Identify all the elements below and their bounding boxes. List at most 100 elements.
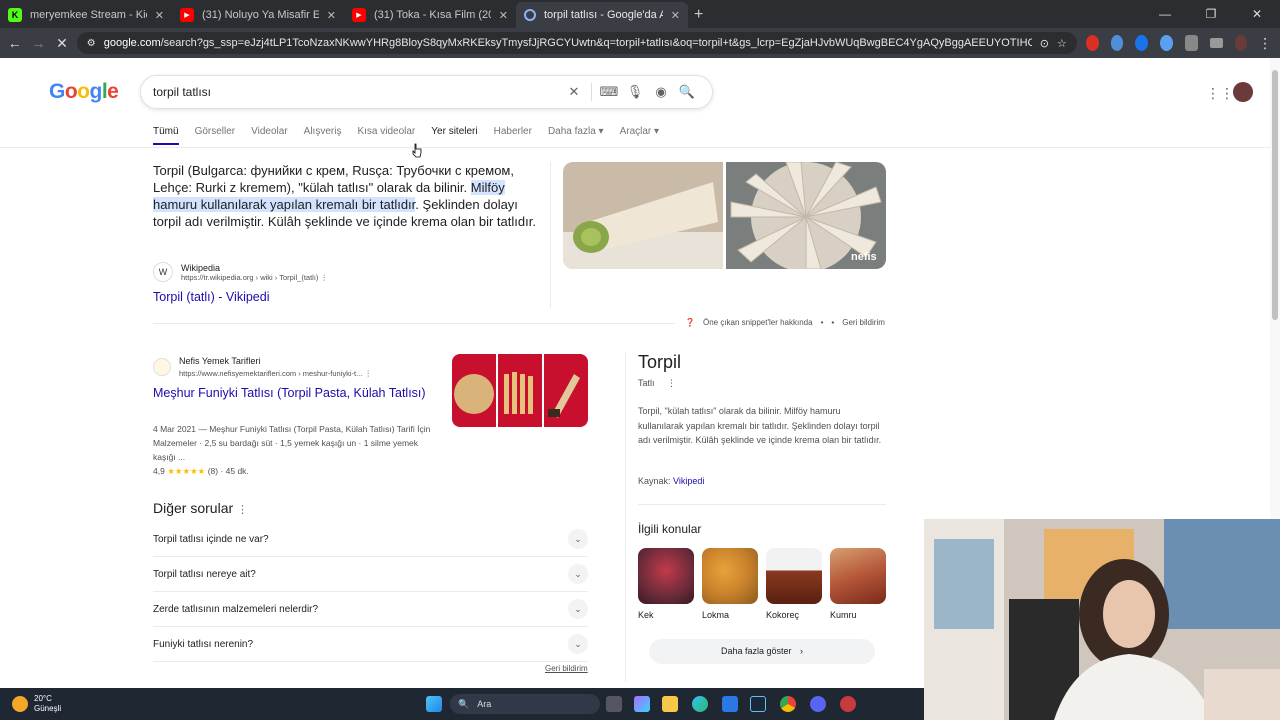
feedback-link[interactable]: Geri bildirim (842, 318, 885, 327)
paa-feedback-link[interactable]: Geri bildirim (545, 664, 588, 673)
location-icon[interactable]: ⊙ (1040, 37, 1049, 50)
result-thumbnail[interactable] (498, 354, 542, 427)
result-title-link[interactable]: Meşhur Funiyki Tatlısı (Torpil Pasta, Kü… (153, 385, 438, 402)
tab-tools[interactable]: Araçlar ▾ (620, 126, 659, 145)
weather-widget[interactable]: 20°C Güneşli (0, 694, 61, 714)
steam-icon[interactable] (750, 696, 766, 712)
more-options-icon[interactable]: ⋮ (364, 369, 372, 378)
avatar[interactable] (1233, 82, 1253, 102)
url-text: google.com/search?gs_ssp=eJzj4tLP1TcoNza… (104, 37, 1032, 49)
more-options-icon[interactable]: ⋮ (667, 378, 676, 388)
profile-avatar[interactable] (1234, 35, 1248, 51)
paa-question[interactable]: Zerde tatlısının malzemeleri nelerdir? ⌄ (153, 592, 588, 627)
more-options-icon[interactable]: ⋮ (321, 273, 329, 282)
related-topic[interactable]: Kokoreç (766, 548, 822, 620)
close-icon[interactable]: ✕ (155, 9, 164, 22)
show-more-button[interactable]: Daha fazla göster › (649, 639, 875, 664)
tab-images[interactable]: Görseller (195, 126, 236, 145)
more-options-icon[interactable]: ⋮ (237, 504, 248, 516)
extensions-puzzle-icon[interactable] (1184, 35, 1198, 51)
lens-icon[interactable]: ◉ (648, 84, 674, 100)
reading-list-icon[interactable] (1209, 38, 1223, 48)
weather-temp: 20°C (34, 694, 52, 703)
kp-description: Torpil, "külah tatlısı" olarak da bilini… (638, 406, 882, 445)
paa-question[interactable]: Torpil tatlısı içinde ne var? ⌄ (153, 522, 588, 557)
snippet-footer: ❓ Öne çıkan snippet'ler hakkında • ▪ Ger… (685, 318, 885, 327)
paa-question[interactable]: Torpil tatlısı nereye ait? ⌄ (153, 557, 588, 592)
clear-icon[interactable]: ✕ (561, 84, 587, 100)
snippet-title-link[interactable]: Torpil (tatlı) - Vikipedi (153, 290, 269, 304)
extension-icon[interactable] (1085, 35, 1099, 51)
restore-icon[interactable]: ❐ (1188, 0, 1234, 28)
extension-icon[interactable] (1110, 35, 1124, 51)
about-snippets-link[interactable]: Öne çıkan snippet'ler hakkında (703, 318, 813, 327)
kp-source-link[interactable]: Vikipedi (673, 476, 704, 486)
result-thumbnail[interactable] (544, 354, 588, 427)
snippet-source[interactable]: W Wikipedia https://tr.wikipedia.org › w… (153, 262, 328, 282)
bookmark-star-icon[interactable]: ☆ (1057, 37, 1067, 50)
close-icon[interactable]: ✕ (327, 9, 336, 22)
browser-tab[interactable]: ▶ (31) Toka - Kısa Film (2024) - Yo ✕ (344, 2, 516, 28)
result-thumbnail[interactable] (452, 354, 496, 427)
tab-videos[interactable]: Videolar (251, 126, 288, 145)
related-topic[interactable]: Kumru (830, 548, 886, 620)
chevron-down-icon: ⌄ (568, 634, 588, 654)
stop-loading-icon[interactable]: ✕ (53, 35, 71, 52)
menu-icon[interactable]: ⋮ (1256, 35, 1274, 52)
site-info-icon[interactable]: ⚙ (87, 38, 96, 49)
tab-more[interactable]: Daha fazla ▾ (548, 126, 604, 145)
search-icon[interactable]: 🔍 (674, 84, 700, 100)
paa-title-text: Diğer sorular (153, 500, 234, 516)
browser-tab[interactable]: ▶ (31) Noluyo Ya Misafir Etkinlikle ✕ (172, 2, 344, 28)
kp-source: Kaynak: Vikipedi (638, 476, 704, 486)
close-icon[interactable]: ✕ (499, 9, 508, 22)
tab-shopping[interactable]: Alışveriş (304, 126, 342, 145)
keyboard-icon[interactable]: ⌨ (596, 84, 622, 100)
store-icon[interactable] (722, 696, 738, 712)
taskbar-search[interactable]: 🔍 Ara (450, 694, 600, 714)
file-explorer-icon[interactable] (662, 696, 678, 712)
tab-places[interactable]: Yer siteleri (431, 126, 477, 145)
microphone-icon[interactable]: 🎙 (622, 84, 648, 100)
copilot-icon[interactable] (634, 696, 650, 712)
browser-tab-active[interactable]: torpil tatlısı - Google'da Ara ✕ (516, 2, 688, 28)
related-topic-image (766, 548, 822, 604)
search-input[interactable] (153, 85, 561, 99)
address-bar[interactable]: ⚙ google.com/search?gs_ssp=eJzj4tLP1TcoN… (76, 32, 1077, 54)
extension-icon[interactable] (1135, 35, 1149, 51)
question-text: Zerde tatlısının malzemeleri nelerdir? (153, 603, 319, 615)
tab-title: torpil tatlısı - Google'da Ara (544, 9, 663, 21)
minimize-icon[interactable]: — (1142, 0, 1188, 28)
discord-icon[interactable] (810, 696, 826, 712)
snippet-image-2[interactable]: nefis (726, 162, 886, 269)
divider (153, 323, 675, 324)
related-topic[interactable]: Kek (638, 548, 694, 620)
task-view-icon[interactable] (606, 696, 622, 712)
search-icon: 🔍 (458, 698, 470, 709)
app-icon[interactable] (840, 696, 856, 712)
tab-short-videos[interactable]: Kısa videolar (357, 126, 415, 145)
extension-icon[interactable] (1160, 35, 1173, 51)
snippet-image-1[interactable] (563, 162, 723, 269)
chrome-icon[interactable] (780, 696, 796, 712)
close-window-icon[interactable]: ✕ (1234, 0, 1280, 28)
tab-title: (31) Noluyo Ya Misafir Etkinlikle (202, 9, 319, 21)
close-icon[interactable]: ✕ (671, 9, 680, 22)
tab-all[interactable]: Tümü (153, 126, 179, 145)
browser-tab[interactable]: K meryemkee Stream - Kick Dashb ✕ (0, 2, 172, 28)
scrollbar-thumb[interactable] (1272, 70, 1278, 320)
google-logo[interactable]: Google (49, 80, 119, 104)
edge-icon[interactable] (692, 696, 708, 712)
related-topic[interactable]: Lokma (702, 548, 758, 620)
back-icon[interactable]: ← (6, 35, 24, 51)
related-topic-image (638, 548, 694, 604)
youtube-icon: ▶ (180, 8, 194, 22)
paa-question[interactable]: Funiyki tatlısı nerenin? ⌄ (153, 627, 588, 662)
windows-start-icon[interactable] (426, 696, 442, 712)
kp-title: Torpil (638, 352, 682, 372)
tab-news[interactable]: Haberler (494, 126, 532, 145)
taskbar-search-label: Ara (477, 699, 492, 709)
new-tab-icon[interactable]: + (694, 2, 703, 28)
forward-icon[interactable]: → (30, 35, 48, 51)
chevron-right-icon: › (800, 646, 804, 656)
